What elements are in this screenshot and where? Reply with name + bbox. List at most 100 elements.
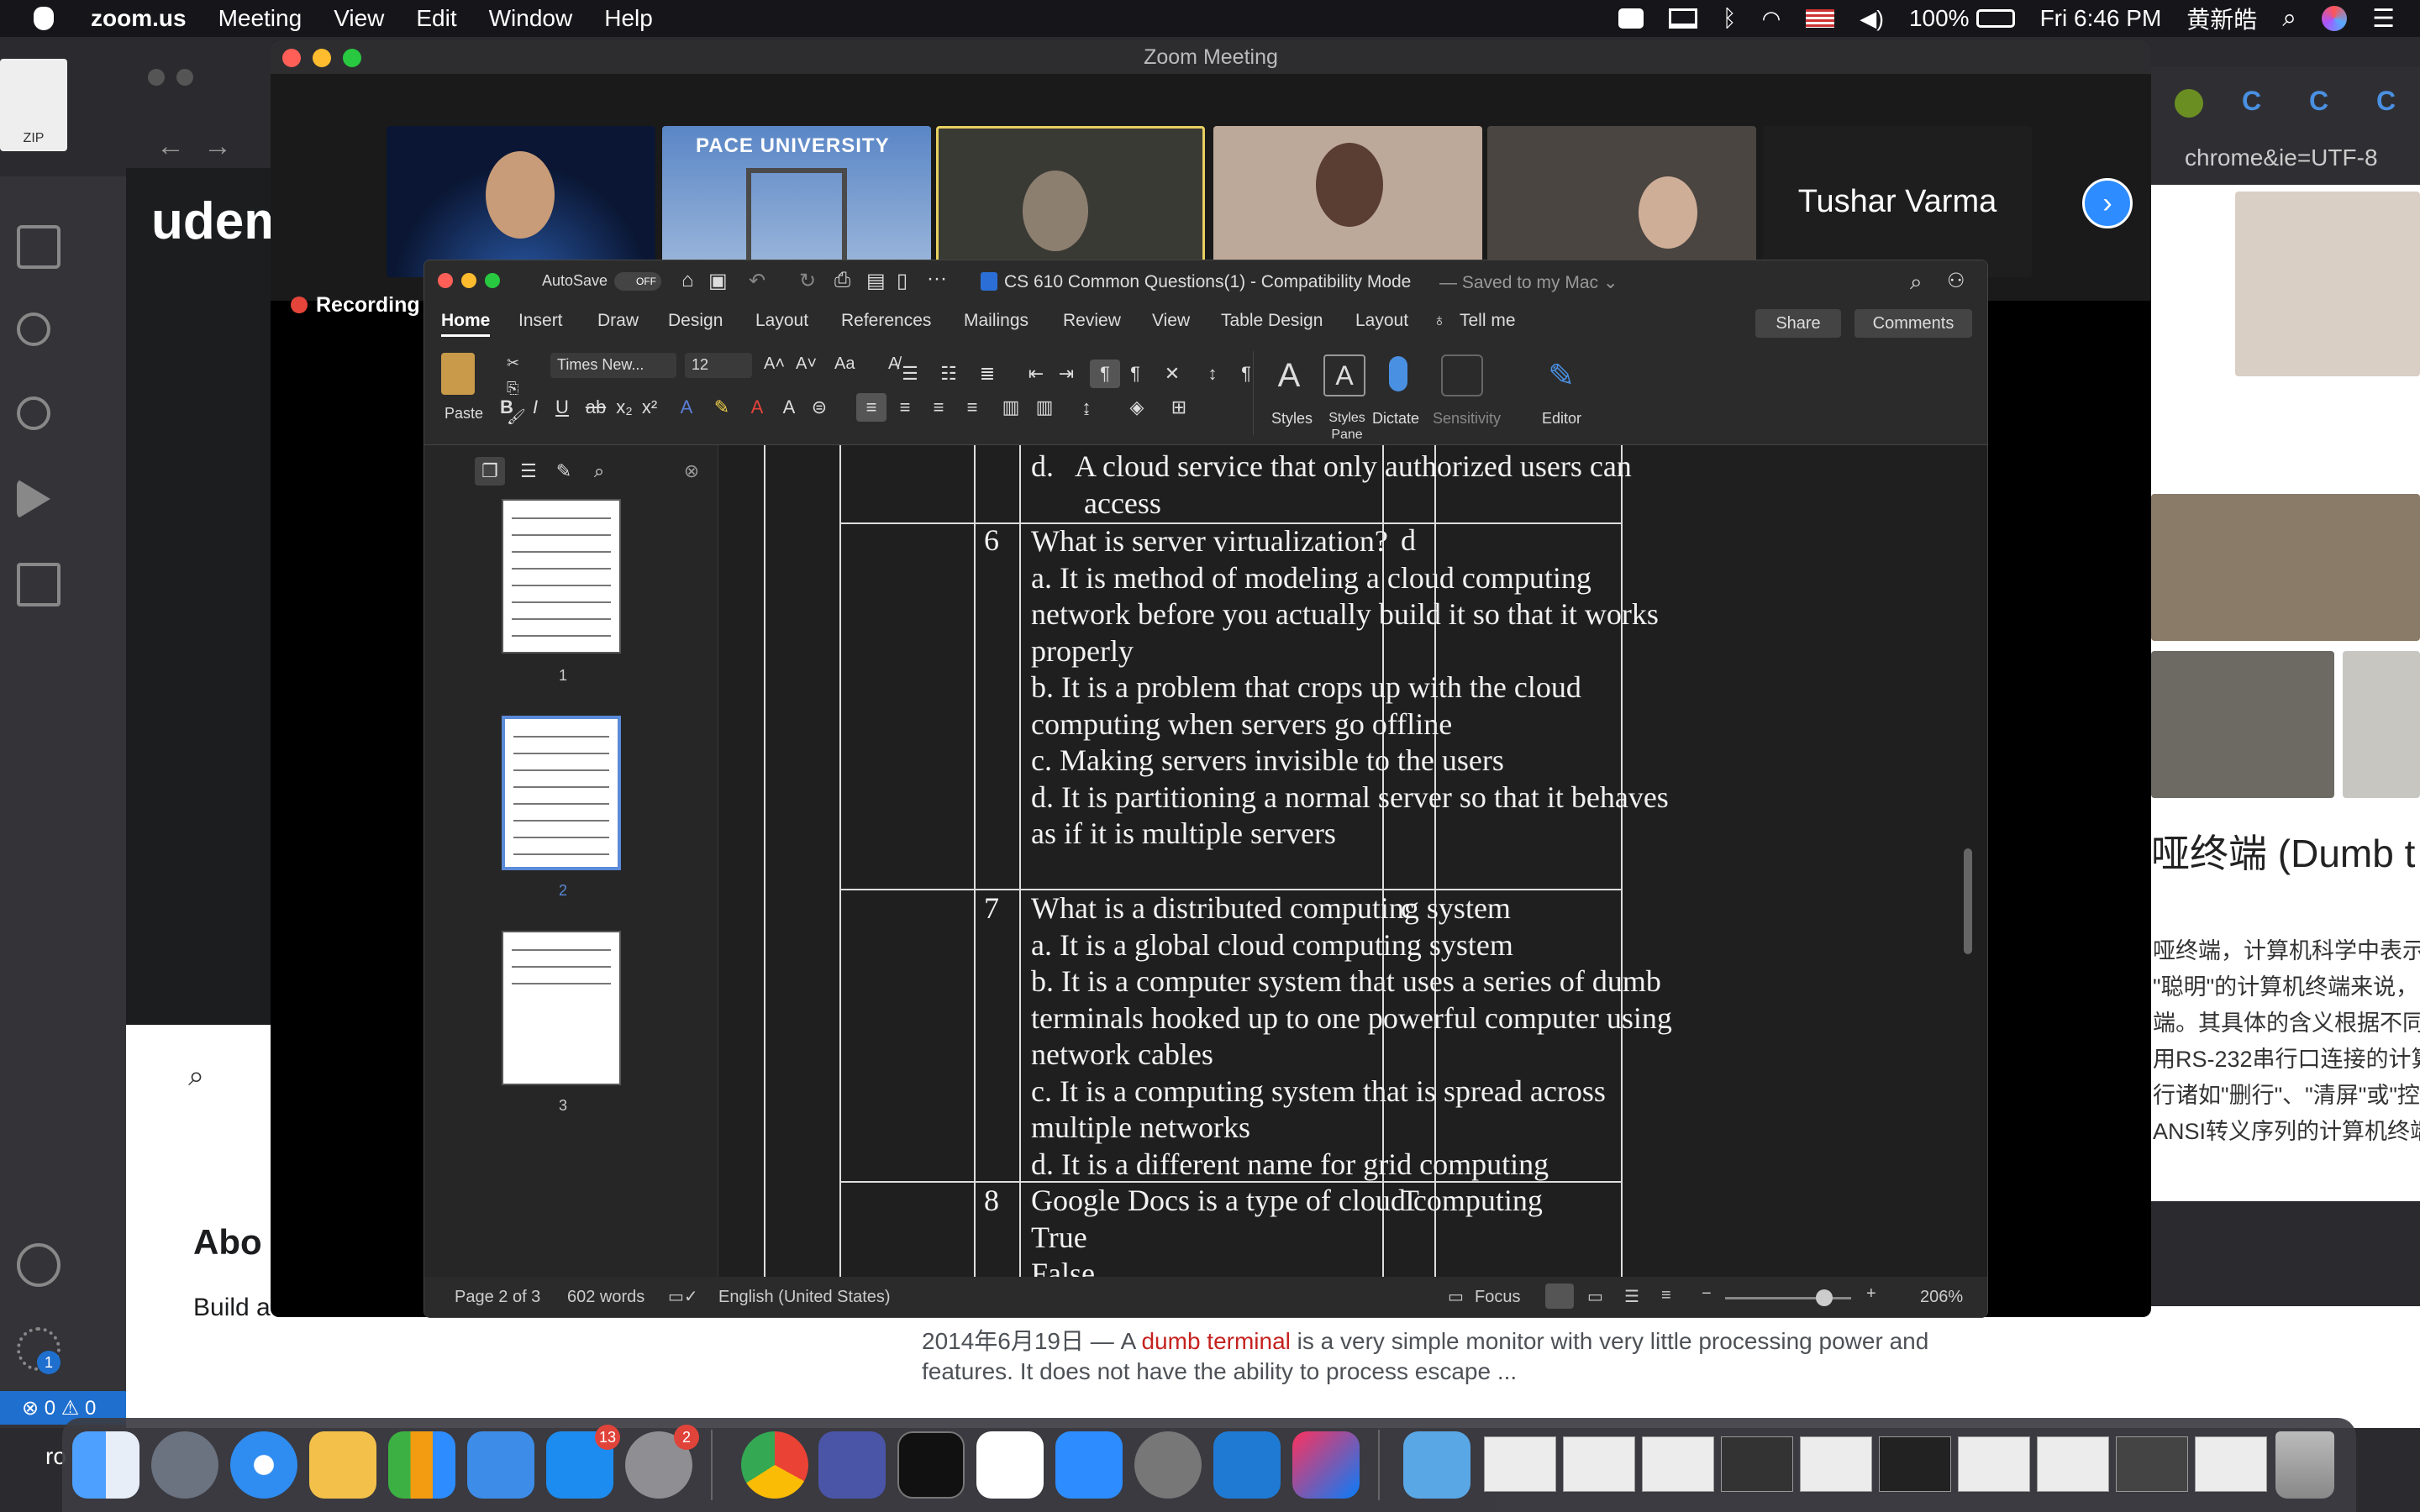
cut-icon[interactable]: ✂ [507, 354, 519, 372]
menu-user[interactable]: 黄新皓 [2186, 2, 2257, 35]
zoom-status-icon[interactable] [1618, 8, 1644, 29]
participant-name-tile[interactable]: Tushar Varma [1763, 126, 2032, 277]
styles-pane-icon[interactable]: A [1323, 354, 1365, 396]
menu-view[interactable]: View [334, 5, 384, 32]
apple-logo-icon[interactable] [34, 7, 54, 30]
safari-icon[interactable] [230, 1431, 297, 1499]
comments-button[interactable]: Comments [1854, 309, 1972, 338]
shrink-font-icon[interactable]: A˅ [796, 354, 817, 374]
minimized-window[interactable] [1958, 1436, 2030, 1492]
source-control-icon[interactable] [17, 396, 50, 430]
tell-me-field[interactable]: Tell me [1460, 311, 1516, 331]
bullets-icon[interactable]: ☰ [895, 360, 925, 388]
page-thumbnail[interactable] [502, 499, 621, 654]
snippet-link[interactable]: dumb terminal [1141, 1328, 1290, 1354]
account-icon[interactable] [17, 1243, 60, 1287]
dictate-label[interactable]: Dictate [1372, 410, 1419, 428]
font-size-dropdown[interactable]: 12 [685, 353, 752, 378]
zip-file-icon[interactable]: ZIP [0, 59, 67, 151]
participant-video[interactable] [1487, 126, 1756, 277]
strikethrough-button[interactable]: ab [581, 393, 611, 422]
paste-label[interactable]: Paste [445, 405, 483, 423]
extensions-icon[interactable] [17, 563, 60, 606]
sort-icon[interactable]: ↕ [1197, 360, 1228, 388]
tab-table-design[interactable]: Table Design [1221, 311, 1323, 331]
keynote-icon[interactable] [467, 1431, 534, 1499]
notification-center-icon[interactable]: ☰ [2372, 4, 2395, 34]
question-text[interactable]: What is a distributed computing system a.… [1031, 890, 1672, 1183]
minimize-window-button[interactable] [313, 49, 331, 67]
sensitivity-icon[interactable] [1441, 354, 1483, 396]
tab-review[interactable]: Review [1063, 311, 1121, 331]
vscode-icon[interactable] [1213, 1431, 1281, 1499]
wifi-icon[interactable]: ◠ [1762, 6, 1781, 32]
focus-icon[interactable]: ▭ [1448, 1286, 1464, 1307]
keychain-icon[interactable] [1134, 1431, 1202, 1499]
show-marks-icon[interactable]: ¶ [1231, 360, 1261, 388]
page-indicator[interactable]: Page 2 of 3 [455, 1288, 540, 1307]
menu-app-name[interactable]: zoom.us [91, 5, 187, 32]
question-text[interactable]: What is server virtualization? a. It is m… [1031, 523, 1669, 853]
focus-label[interactable]: Focus [1475, 1288, 1520, 1307]
system-preferences-icon[interactable]: 2 [625, 1425, 699, 1499]
document-map-icon[interactable]: ☰ [513, 457, 544, 486]
document-canvas[interactable]: d. A cloud service that only authorized … [718, 445, 1987, 1277]
find-icon[interactable]: ⌕ [584, 457, 614, 486]
menu-clock[interactable]: Fri 6:46 PM [2040, 5, 2162, 32]
styles-icon[interactable]: A [1268, 354, 1310, 396]
terminal-image[interactable] [2343, 651, 2420, 798]
text-effects-icon[interactable]: A [671, 393, 702, 422]
styles-label[interactable]: Styles [1271, 410, 1313, 428]
next-page-chevron-icon[interactable]: › [2082, 178, 2133, 228]
language-indicator[interactable]: English (United States) [718, 1288, 891, 1307]
minimized-window[interactable] [1563, 1436, 1635, 1492]
numbers-icon[interactable] [388, 1431, 455, 1499]
search-icon[interactable] [17, 312, 50, 346]
recording-indicator[interactable]: Recording [291, 284, 420, 326]
menu-help[interactable]: Help [604, 5, 653, 32]
multilevel-list-icon[interactable]: ≣ [972, 360, 1002, 388]
ltr-icon[interactable]: ¶ [1090, 360, 1120, 388]
udemy-search-icon[interactable]: ⌕ [188, 1060, 204, 1093]
terminal-icon[interactable] [897, 1431, 965, 1499]
font-color-icon[interactable]: A [742, 393, 772, 422]
minimize-window-button[interactable] [461, 273, 476, 288]
underline-button[interactable]: U [547, 393, 577, 422]
minimized-window[interactable] [1800, 1436, 1872, 1492]
participant-video[interactable] [387, 126, 655, 277]
right-heading[interactable]: 哑终端 (Dumb t [2151, 823, 2415, 879]
tab-table-layout[interactable]: Layout [1355, 311, 1408, 331]
asian-layout-icon[interactable]: ✕ [1157, 360, 1187, 388]
zoom-level[interactable]: 206% [1920, 1288, 1963, 1307]
justify-icon[interactable]: ≡ [957, 393, 987, 422]
outline-icon[interactable]: ☰ [1624, 1286, 1639, 1307]
grow-font-icon[interactable]: A˄ [764, 354, 785, 374]
italic-button[interactable]: I [520, 393, 550, 422]
increase-indent-icon[interactable]: ⇥ [1051, 360, 1081, 388]
minimized-window[interactable] [2037, 1436, 2109, 1492]
rtl-icon[interactable]: ¶ [1120, 360, 1150, 388]
draft-icon[interactable]: ≡ [1661, 1286, 1671, 1305]
print-icon[interactable]: ⎙ [834, 269, 850, 292]
menu-meeting[interactable]: Meeting [218, 5, 302, 32]
autosave-toggle[interactable]: OFF [614, 272, 661, 291]
forward-arrow-icon[interactable]: → [203, 130, 232, 163]
question-text[interactable]: d. A cloud service that only authorized … [1031, 449, 1632, 522]
editor-label[interactable]: Editor [1542, 410, 1581, 428]
udemy-logo[interactable]: udem [151, 192, 290, 251]
home-icon[interactable]: ⌂ [681, 269, 694, 292]
more-icon[interactable]: ··· [927, 267, 947, 291]
volume-icon[interactable]: ◀) [1860, 6, 1884, 32]
distributed-icon[interactable]: ▥ [996, 393, 1026, 422]
minimized-window[interactable] [1642, 1436, 1714, 1492]
minimized-window[interactable] [2116, 1436, 2188, 1492]
back-arrow-icon[interactable]: ← [156, 130, 185, 163]
close-window-button[interactable] [282, 49, 301, 67]
question-text[interactable]: Google Docs is a type of cloud computing… [1031, 1183, 1543, 1277]
zoom-in-icon[interactable]: + [1866, 1284, 1876, 1304]
change-case-icon[interactable]: Aa [834, 354, 855, 374]
thumbnails-tab-icon[interactable]: ❐ [475, 457, 505, 486]
menu-window[interactable]: Window [489, 5, 573, 32]
redo-icon[interactable]: ↻ [799, 269, 816, 293]
reviewing-icon[interactable]: ✎ [549, 457, 579, 486]
